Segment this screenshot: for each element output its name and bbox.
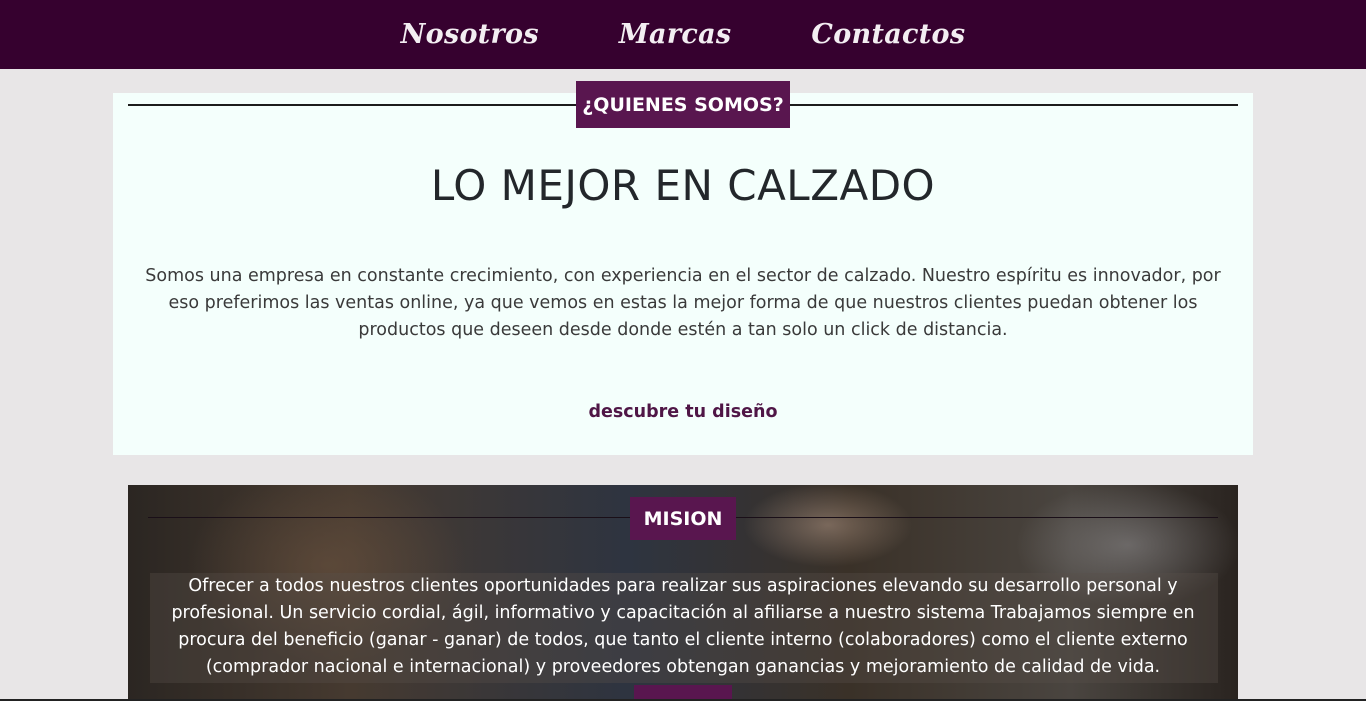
nav-link-contactos[interactable]: Contactos — [811, 19, 965, 50]
mission-section: MISION Ofrecer a todos nuestros clientes… — [128, 485, 1238, 701]
top-navigation: Nosotros Marcas Contactos — [0, 0, 1366, 69]
discover-design-link[interactable]: descubre tu diseño — [113, 402, 1253, 422]
nav-link-nosotros[interactable]: Nosotros — [401, 19, 539, 50]
nav-link-marcas[interactable]: Marcas — [619, 19, 732, 50]
about-section: ¿QUIENES SOMOS? LO MEJOR EN CALZADO Somo… — [113, 81, 1253, 455]
mission-description: Ofrecer a todos nuestros clientes oportu… — [171, 576, 1195, 677]
about-badge: ¿QUIENES SOMOS? — [576, 81, 790, 128]
mission-badge: MISION — [630, 497, 736, 540]
about-title: LO MEJOR EN CALZADO — [430, 161, 936, 210]
about-description: Somos una empresa en constante crecimien… — [145, 266, 1221, 340]
